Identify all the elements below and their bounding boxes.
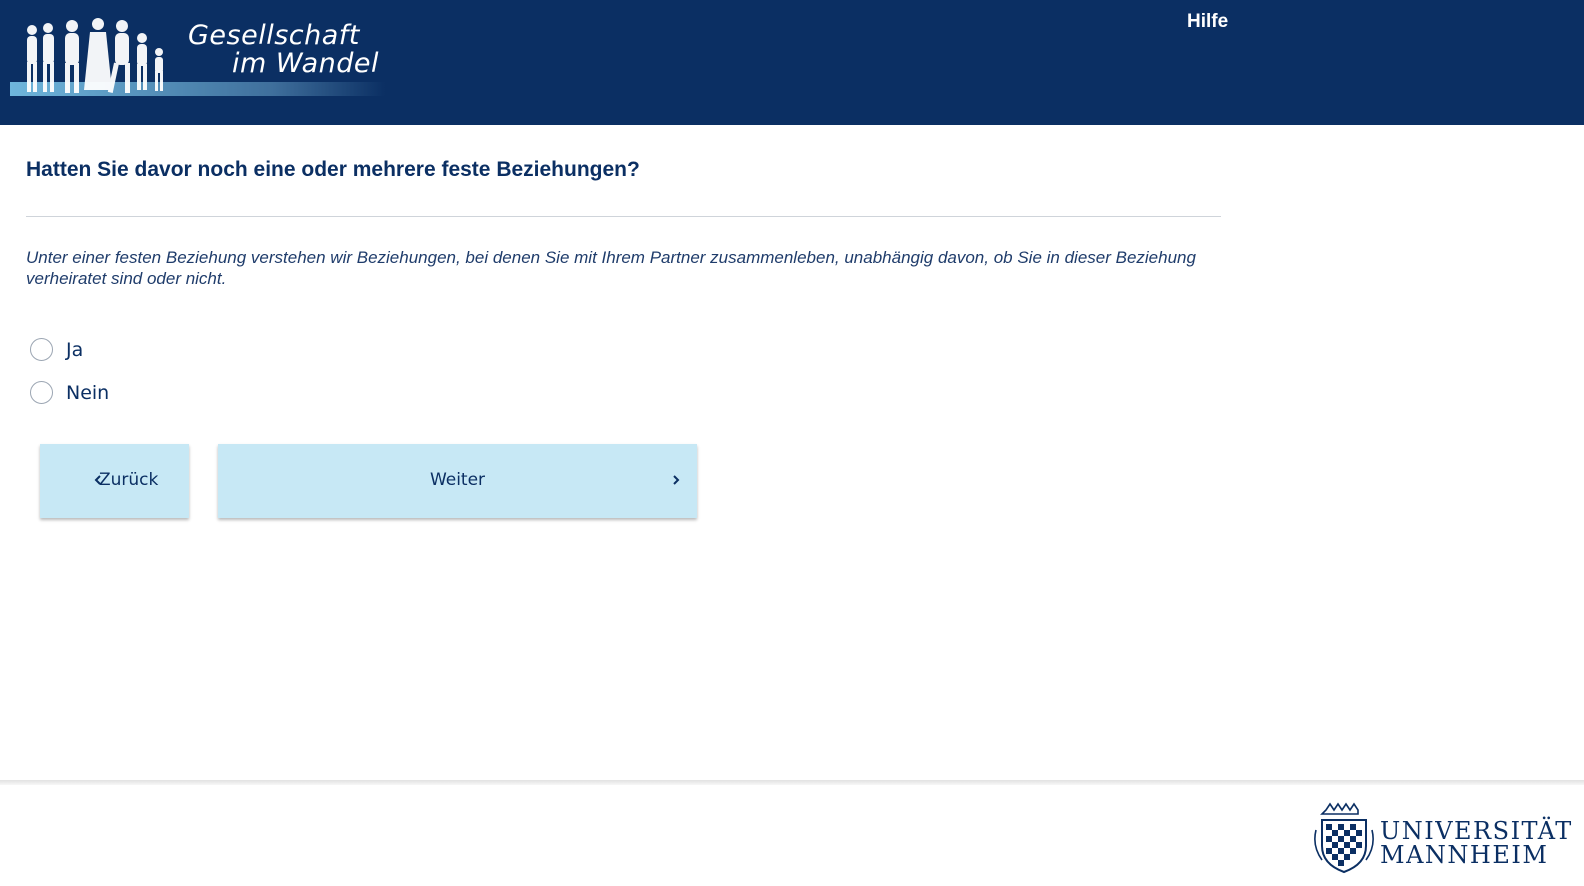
back-button-label: Zurück [99, 470, 159, 490]
option-label-nein: Nein [66, 381, 110, 404]
option-ja[interactable]: Ja [30, 338, 83, 361]
next-button[interactable]: Weiter [218, 444, 697, 518]
back-button[interactable]: Zurück [40, 444, 189, 518]
radio-nein[interactable] [30, 381, 53, 404]
logo-title-line2: im Wandel [232, 48, 380, 79]
divider [26, 216, 1221, 217]
help-link[interactable]: Hilfe [1187, 11, 1228, 33]
radio-ja[interactable] [30, 338, 53, 361]
chevron-right-icon [673, 475, 680, 485]
option-label-ja: Ja [66, 338, 84, 361]
option-nein[interactable]: Nein [30, 381, 109, 404]
footer-divider [0, 780, 1584, 785]
university-mannheim-logo[interactable]: UNIVERSITÄT MANNHEIM [1312, 800, 1572, 876]
gesellschaft-im-wandel-logo[interactable]: Gesellschaft im Wandel [10, 8, 385, 104]
logo-title-line1: Gesellschaft [188, 20, 360, 51]
top-bar: Gesellschaft im Wandel Hilfe [0, 0, 1584, 125]
question-hint: Unter einer festen Beziehung verstehen w… [26, 248, 1196, 288]
question-title: Hatten Sie davor noch eine oder mehrere … [26, 158, 640, 181]
university-crest-icon [1314, 802, 1374, 874]
next-button-label: Weiter [429, 470, 486, 490]
university-name-line2: MANNHEIM [1380, 841, 1549, 869]
